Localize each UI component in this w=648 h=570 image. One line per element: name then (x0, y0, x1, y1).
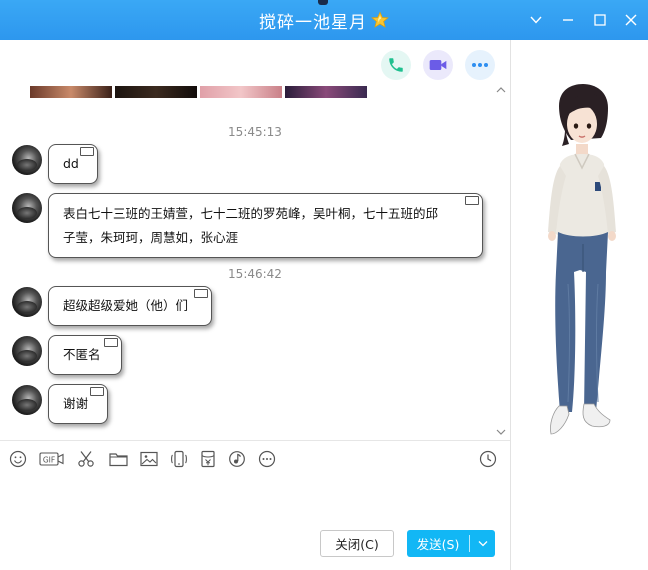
voice-call-button[interactable] (381, 50, 411, 80)
show-panel (510, 40, 648, 570)
photo-thumbnail[interactable] (285, 86, 367, 98)
message-input[interactable] (0, 474, 510, 524)
avatar-character-illustration (548, 84, 616, 435)
message-text: 超级超级爱她（他）们 (63, 298, 189, 313)
close-icon[interactable] (621, 10, 641, 30)
more-actions-button[interactable] (465, 50, 495, 80)
message-bubble[interactable]: 表白七十三班的王婧萱，七十二班的罗苑峰，吴叶桐，七十五班的邱 子莹，朱珂珂，周慧… (48, 193, 483, 258)
more-icon[interactable] (257, 449, 277, 469)
avatar[interactable] (12, 193, 42, 223)
close-button[interactable]: 关闭(C) (320, 530, 394, 557)
video-call-button[interactable] (423, 50, 453, 80)
message-text-line: 表白七十三班的王婧萱，七十二班的罗苑峰，吴叶桐，七十五班的邱 (63, 205, 439, 221)
photo-thumbnail[interactable] (200, 86, 282, 98)
timestamp: 15:45:13 (228, 125, 282, 139)
title-bar: 搅碎一池星月 (0, 0, 648, 40)
more-icon (472, 63, 488, 67)
music-icon[interactable] (227, 449, 247, 469)
message-bubble[interactable]: 谢谢 (48, 384, 108, 424)
scroll-up-icon[interactable] (496, 86, 506, 94)
send-options-chevron-icon[interactable] (470, 540, 495, 547)
message-bubble[interactable]: 不匿名 (48, 335, 122, 375)
red-packet-icon[interactable] (198, 449, 218, 469)
gif-icon[interactable]: GIF (39, 449, 65, 469)
svg-text:GIF: GIF (43, 455, 55, 464)
photo-thumbnail[interactable] (30, 86, 112, 98)
image-icon[interactable] (139, 449, 159, 469)
avatar[interactable] (12, 287, 42, 317)
video-camera-icon (429, 60, 447, 70)
avatar[interactable] (12, 385, 42, 415)
message-text: 谢谢 (63, 396, 89, 411)
chevron-down-icon[interactable] (526, 10, 546, 30)
star-badge-icon (371, 11, 389, 28)
timestamp: 15:46:42 (228, 267, 282, 281)
scroll-down-icon[interactable] (496, 428, 506, 436)
avatar[interactable] (12, 336, 42, 366)
window-title: 搅碎一池星月 (259, 12, 367, 33)
message-bubble[interactable]: dd (48, 144, 98, 184)
input-toolbar: GIF (0, 445, 510, 473)
maximize-icon[interactable] (590, 10, 610, 30)
folder-icon[interactable] (108, 449, 128, 469)
history-clock-icon[interactable] (478, 449, 498, 469)
send-button[interactable]: 发送(S) (407, 530, 495, 557)
emoji-icon[interactable] (8, 449, 28, 469)
message-text: dd (63, 156, 79, 171)
phone-icon (389, 58, 403, 72)
message-text-line: 子莹，朱珂珂，周慧如，张心涯 (63, 229, 239, 245)
chat-history[interactable]: 15:45:13 dd 表白七十三班的王婧萱，七十二班的罗苑峰，吴叶桐，七十五班… (0, 40, 510, 440)
message-bubble[interactable]: 超级超级爱她（他）们 (48, 286, 212, 326)
screen-shake-icon[interactable] (169, 449, 189, 469)
image-strip[interactable] (30, 86, 367, 98)
input-divider (0, 440, 510, 441)
message-text: 不匿名 (63, 347, 101, 362)
minimize-icon[interactable] (558, 10, 578, 30)
scissors-icon[interactable] (76, 449, 96, 469)
avatar[interactable] (12, 145, 42, 175)
photo-thumbnail[interactable] (115, 86, 197, 98)
send-label: 发送(S) (416, 537, 460, 552)
